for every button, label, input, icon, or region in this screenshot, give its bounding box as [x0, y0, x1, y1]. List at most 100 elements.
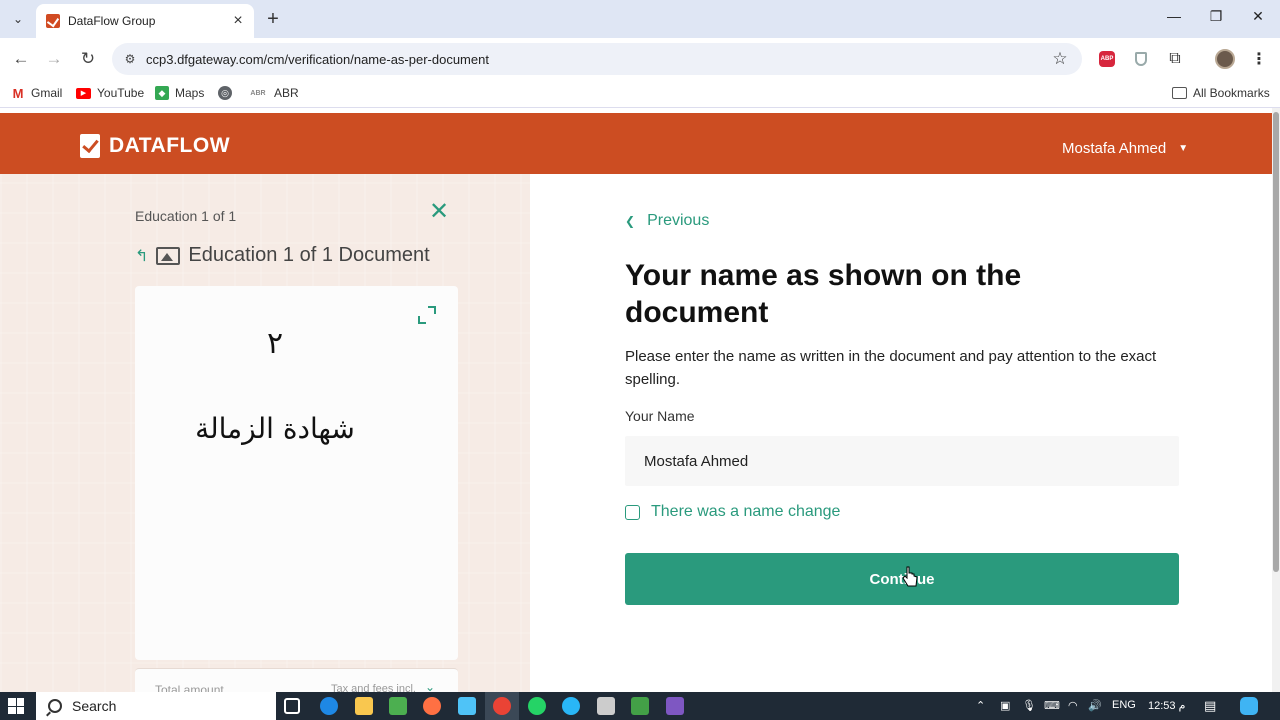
caret-down-icon: ▼ [1178, 143, 1189, 154]
youtube-icon: ▶ [76, 87, 91, 99]
user-name: Mostafa Ahmed [1062, 140, 1167, 157]
document-panel: Education 1 of 1 ✕ ↰ Education 1 of 1 Do… [0, 174, 530, 692]
back-icon[interactable]: ← [9, 47, 33, 71]
shield-extension-icon[interactable] [1130, 48, 1152, 70]
excel-icon[interactable] [631, 697, 649, 715]
adblock-extension-icon[interactable]: ABP [1096, 48, 1118, 70]
notifications-icon[interactable]: ▤ [1204, 698, 1216, 714]
previous-label: Previous [647, 212, 710, 229]
task-view-icon[interactable] [284, 698, 300, 714]
previous-link[interactable]: ❮ Previous [625, 212, 709, 230]
expand-icon[interactable] [418, 306, 436, 324]
document-heading: شهادة الزمالة [195, 412, 355, 445]
logo-check-icon [80, 134, 100, 158]
tab-close-icon[interactable]: × [228, 11, 248, 31]
whatsapp-icon[interactable] [528, 697, 546, 715]
document-title: Education 1 of 1 Document [188, 244, 430, 266]
name-change-option[interactable]: There was a name change [625, 503, 840, 521]
maps-icon: ◆ [155, 86, 169, 100]
clock[interactable]: 12:53 م [1148, 699, 1185, 712]
document-preview[interactable]: ٢ شهادة الزمالة [135, 286, 458, 660]
telegram-icon[interactable] [562, 697, 580, 715]
reload-icon[interactable]: ↻ [76, 47, 100, 71]
chevron-down-icon[interactable]: ⌄ [425, 680, 435, 692]
bookmark-abr[interactable]: ABR ABR [248, 86, 299, 100]
bookmark-gmail[interactable]: M Gmail [11, 85, 63, 101]
name-change-label[interactable]: There was a name change [651, 503, 840, 521]
url-text[interactable]: ccp3.dfgateway.com/cm/verification/name-… [146, 52, 1048, 67]
bookmark-maps[interactable]: ◆ Maps [155, 86, 204, 100]
page-scrollbar[interactable] [1272, 108, 1280, 692]
windows-taskbar: Search ⌃ ▣ 🎙 ⌨ ◠ 🔊 ENG 12:53 م ▤ [0, 692, 1280, 720]
bookmark-label: Gmail [31, 86, 63, 100]
tray-app-icon[interactable]: ▣ [1000, 699, 1010, 712]
browser-tab[interactable]: DataFlow Group × [36, 4, 254, 38]
bookmark-star-icon[interactable]: ☆ [1048, 47, 1072, 71]
site-header: DATAFLOW Mostafa Ahmed ▼ [0, 113, 1272, 174]
hand-cursor-icon [902, 566, 918, 587]
app-icon[interactable] [666, 697, 684, 715]
bookmark-label: Maps [175, 86, 205, 100]
bookmark-label: ABR [274, 86, 299, 100]
tab-title: DataFlow Group [68, 14, 156, 28]
scrollbar-thumb[interactable] [1273, 112, 1279, 572]
gmail-icon: M [11, 85, 25, 101]
mail-icon[interactable] [458, 697, 476, 715]
bookmark-globe[interactable]: ◎ [218, 86, 238, 100]
tray-chevron-icon[interactable]: ⌃ [976, 699, 985, 712]
windows-start-icon[interactable] [8, 698, 24, 714]
logo-text: DATAFLOW [109, 134, 231, 157]
name-field-label: Your Name [625, 408, 695, 424]
education-label: Education 1 of 1 [135, 208, 237, 224]
taskbar-search[interactable]: Search [36, 692, 276, 720]
forward-icon[interactable]: → [42, 47, 66, 71]
name-input[interactable] [625, 436, 1179, 486]
browser-tab-bar: ⌄ DataFlow Group × + — ❐ ✕ [0, 0, 1280, 38]
restore-icon[interactable]: ❐ [1194, 8, 1238, 25]
abr-icon: ABR [248, 86, 268, 100]
dataflow-logo[interactable]: DATAFLOW [80, 134, 230, 158]
close-icon[interactable]: ✕ [428, 200, 450, 224]
minimize-icon[interactable]: — [1152, 8, 1196, 24]
name-change-checkbox[interactable] [625, 504, 640, 520]
tax-label: Tax and fees incl. [331, 683, 416, 692]
page-title: Your name as shown on the document [625, 259, 1022, 329]
store-icon[interactable] [389, 697, 407, 715]
volume-icon[interactable]: 🔊 [1088, 699, 1102, 712]
tab-search-icon[interactable]: ⌄ [6, 7, 30, 31]
site-info-icon[interactable]: ⚙ [122, 51, 138, 67]
extensions-puzzle-icon[interactable]: ⧉ [1164, 48, 1186, 70]
total-amount-label: Total amount [155, 683, 224, 692]
dataflow-favicon-icon [46, 14, 60, 28]
file-explorer-icon[interactable] [355, 697, 373, 715]
page-viewport: DATAFLOW Mostafa Ahmed ▼ Education 1 of … [0, 108, 1272, 692]
document-number: ٢ [266, 326, 284, 361]
user-menu[interactable]: Mostafa Ahmed ▼ [1062, 140, 1188, 157]
microphone-icon[interactable]: 🎙 [1022, 699, 1036, 712]
all-bookmarks[interactable]: All Bookmarks [1172, 86, 1270, 100]
wifi-icon[interactable]: ◠ [1068, 699, 1078, 712]
firefox-icon[interactable] [423, 697, 441, 715]
address-bar[interactable]: ⚙ ccp3.dfgateway.com/cm/verification/nam… [112, 43, 1082, 75]
taskbar-search-label: Search [72, 698, 117, 714]
edge-icon[interactable] [320, 697, 338, 715]
browser-toolbar: ← → ↻ ⚙ ccp3.dfgateway.com/cm/verificati… [0, 38, 1280, 80]
name-form-panel: ❮ Previous Your name as shown on the doc… [530, 174, 1272, 692]
return-arrow-icon[interactable]: ↰ [135, 246, 148, 266]
app-icon[interactable] [597, 697, 615, 715]
image-icon [156, 246, 181, 265]
copilot-icon[interactable] [1240, 697, 1258, 715]
keyboard-icon[interactable]: ⌨ [1044, 699, 1060, 712]
language-indicator[interactable]: ENG [1112, 699, 1136, 711]
close-window-icon[interactable]: ✕ [1236, 8, 1280, 25]
total-amount-card[interactable]: Total amount Tax and fees incl. ⌄ [135, 668, 458, 692]
search-icon [48, 699, 62, 713]
all-bookmarks-label: All Bookmarks [1193, 86, 1270, 100]
instructions-text: Please enter the name as written in the … [625, 348, 1157, 388]
bookmark-youtube[interactable]: ▶ YouTube [76, 86, 144, 100]
browser-menu-icon[interactable]: ⋮ [1248, 48, 1270, 70]
chrome-icon[interactable] [493, 697, 511, 715]
profile-avatar[interactable] [1214, 48, 1236, 70]
globe-icon: ◎ [218, 86, 232, 100]
new-tab-icon[interactable]: + [262, 8, 284, 30]
